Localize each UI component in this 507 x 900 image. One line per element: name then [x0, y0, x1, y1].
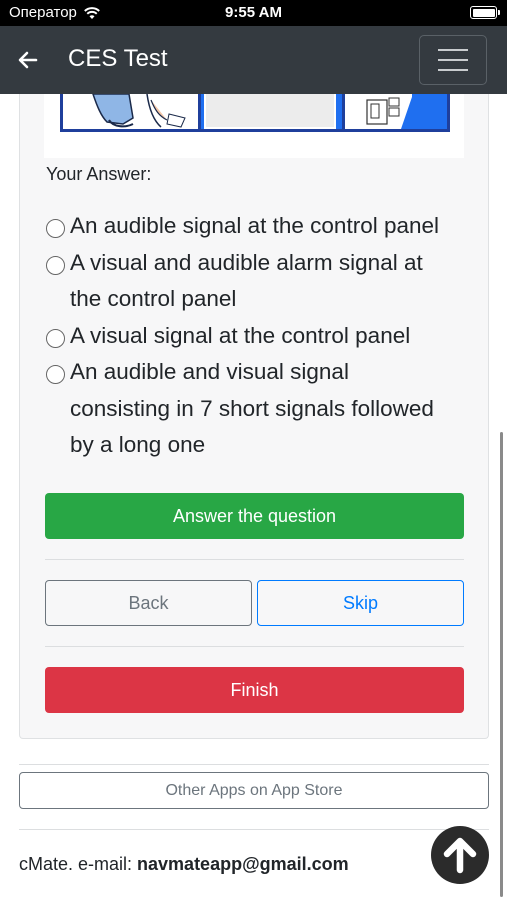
scrollbar[interactable] — [500, 432, 503, 897]
status-time: 9:55 AM — [225, 4, 282, 21]
footer-divider — [19, 829, 489, 830]
radio-button[interactable] — [46, 365, 65, 384]
illustration-panel-person — [63, 94, 201, 129]
illustration-panel-blank — [204, 94, 336, 129]
page-title: CES Test — [68, 45, 168, 72]
contact-email[interactable]: navmateapp@gmail.com — [137, 854, 349, 874]
hamburger-line — [438, 69, 468, 71]
finish-button[interactable]: Finish — [45, 667, 464, 713]
your-answer-label: Your Answer: — [46, 164, 152, 184]
status-bar: Оператор 9:55 AM — [0, 0, 507, 26]
question-illustration — [44, 94, 464, 158]
battery-icon — [470, 6, 500, 19]
option-text: A visual and audible alarm signal at — [70, 249, 423, 275]
answer-option-4[interactable]: An audible and visual signal consisting … — [46, 354, 476, 464]
option-text-line2: the control panel — [70, 286, 237, 311]
option-text-line3: by a long one — [70, 432, 206, 457]
arrow-up-circle-icon[interactable] — [431, 826, 489, 884]
answer-option-1[interactable]: An audible signal at the control panel — [46, 208, 476, 245]
contact-prefix: cMate. e-mail: — [19, 854, 138, 874]
arrow-left-icon[interactable] — [16, 48, 40, 72]
radio-button[interactable] — [46, 255, 65, 275]
footer-divider — [19, 764, 489, 765]
option-text: An audible and visual signal — [70, 359, 349, 384]
control-panel-drawing — [366, 94, 415, 129]
contact-info: cMate. e-mail: navmateapp@gmail.com — [19, 854, 349, 875]
answer-options: An audible signal at the control panel A… — [46, 208, 476, 464]
illustration-panel-control — [342, 94, 415, 129]
answer-option-2[interactable]: A visual and audible alarm signal at the… — [46, 245, 476, 318]
other-apps-button[interactable]: Other Apps on App Store — [19, 772, 489, 809]
person-drawing — [92, 94, 186, 128]
question-card: Your Answer: An audible signal at the co… — [19, 94, 489, 739]
hamburger-line — [438, 59, 468, 61]
back-button[interactable]: Back — [45, 580, 252, 626]
radio-button[interactable] — [46, 219, 65, 238]
menu-toggle-button[interactable] — [419, 35, 487, 85]
option-text-line2: consisting in 7 short signals followed — [70, 395, 434, 421]
option-text: A visual signal at the control panel — [70, 322, 411, 348]
option-text: An audible signal at the control panel — [70, 213, 440, 238]
answer-option-3[interactable]: A visual signal at the control panel — [46, 318, 476, 355]
top-navbar: CES Test — [0, 26, 507, 94]
radio-button[interactable] — [46, 328, 65, 348]
divider — [45, 646, 464, 647]
answer-question-button[interactable]: Answer the question — [45, 493, 464, 539]
divider — [45, 559, 464, 560]
skip-button[interactable]: Skip — [257, 580, 464, 626]
hamburger-menu-icon — [438, 49, 468, 51]
